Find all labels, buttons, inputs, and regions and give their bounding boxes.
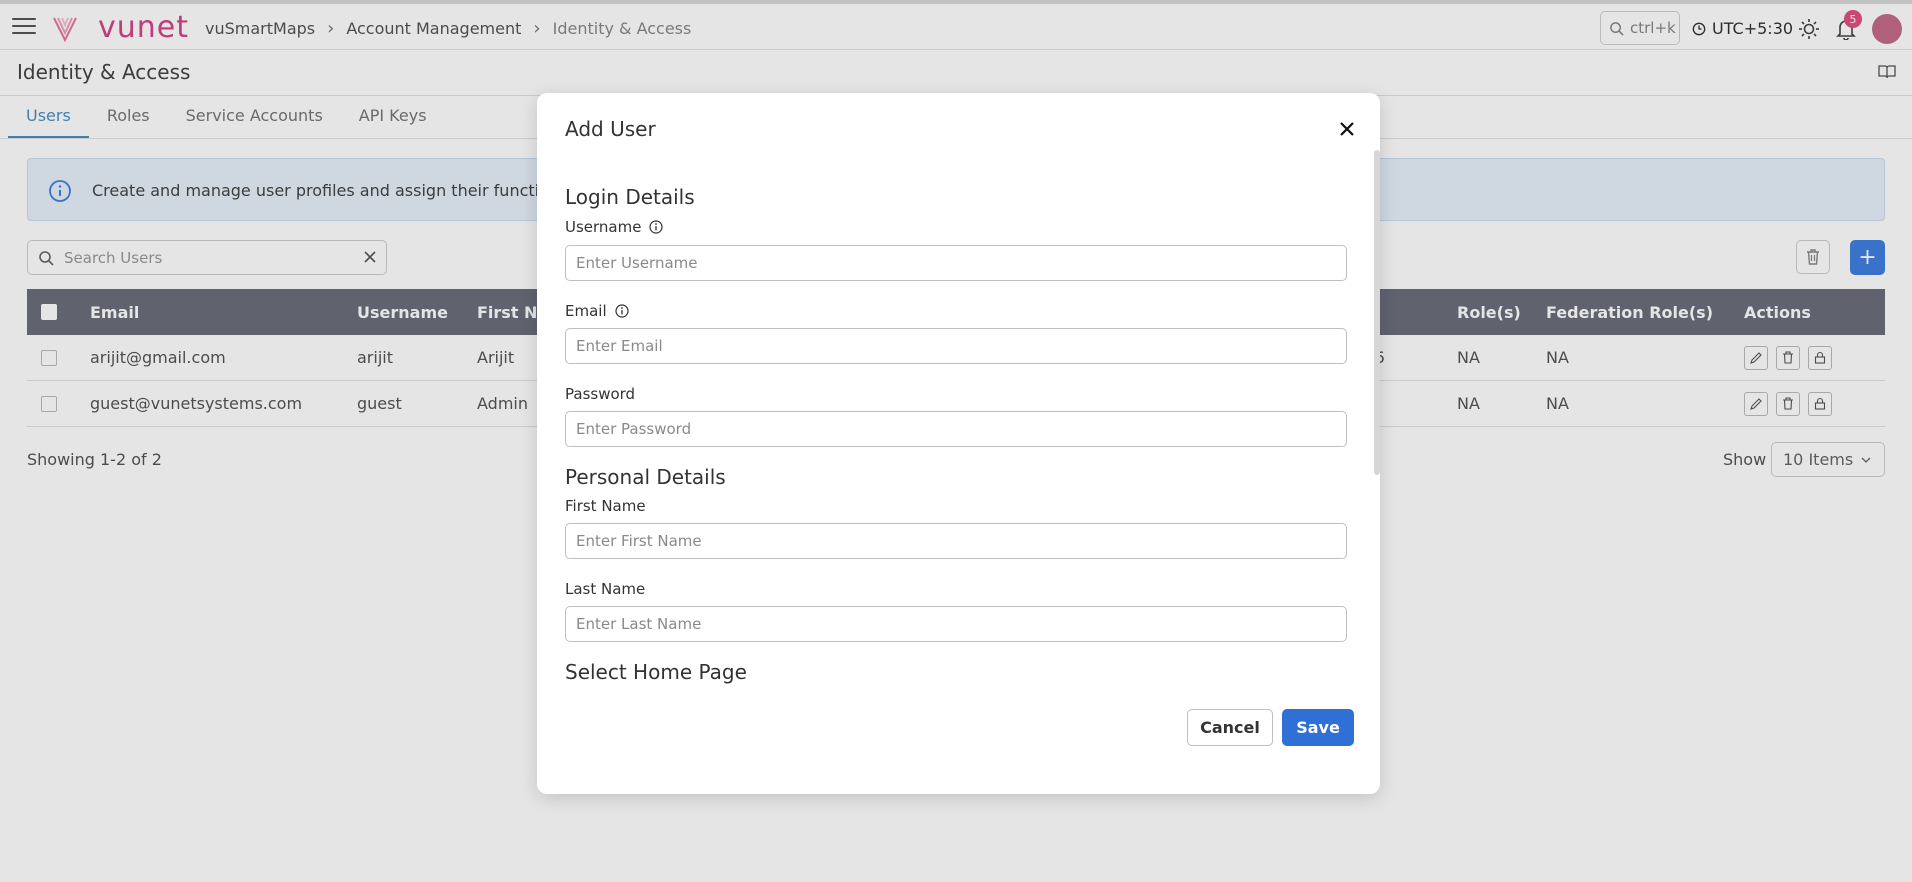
email-label: Email bbox=[565, 302, 629, 320]
cancel-button[interactable]: Cancel bbox=[1187, 709, 1273, 746]
password-label: Password bbox=[565, 385, 636, 403]
section-select-home-page: Select Home Page bbox=[565, 660, 747, 684]
username-input[interactable] bbox=[565, 245, 1347, 281]
email-label-text: Email bbox=[565, 302, 607, 320]
section-login-details: Login Details bbox=[565, 185, 695, 209]
info-icon[interactable] bbox=[649, 220, 664, 234]
last-name-label: Last Name bbox=[565, 580, 646, 598]
add-user-modal: Add User Login Details Username Email Pa… bbox=[537, 93, 1380, 794]
save-button[interactable]: Save bbox=[1282, 709, 1354, 746]
email-input[interactable] bbox=[565, 328, 1347, 364]
info-icon[interactable] bbox=[615, 304, 629, 318]
modal-scrollbar[interactable] bbox=[1374, 150, 1380, 475]
section-personal-details: Personal Details bbox=[565, 465, 726, 489]
password-input[interactable] bbox=[565, 411, 1347, 447]
first-name-label: First Name bbox=[565, 497, 646, 515]
close-icon[interactable] bbox=[1335, 117, 1359, 141]
username-label: Username bbox=[565, 218, 664, 236]
first-name-input[interactable] bbox=[565, 523, 1347, 559]
last-name-input[interactable] bbox=[565, 606, 1347, 642]
username-label-text: Username bbox=[565, 218, 642, 236]
modal-title: Add User bbox=[565, 117, 656, 141]
